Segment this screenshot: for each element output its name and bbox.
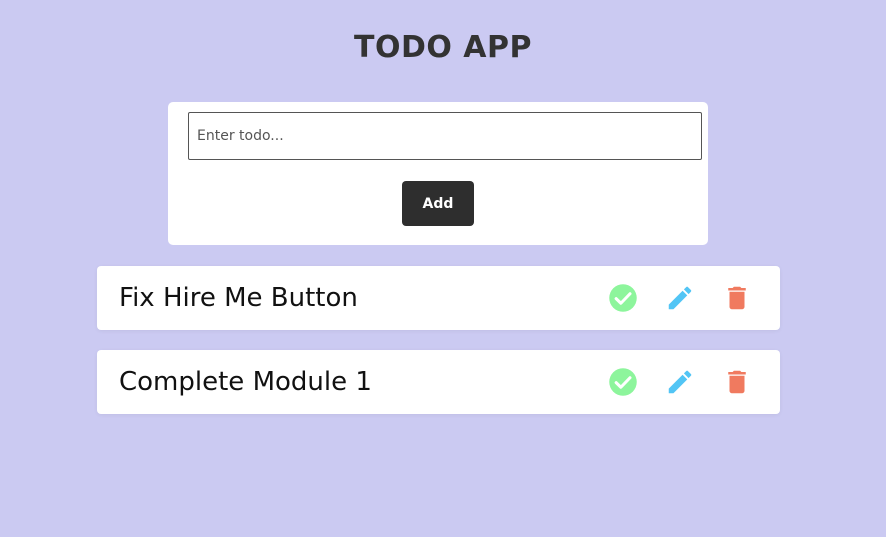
todo-text: Complete Module 1 [119, 367, 372, 397]
trash-icon [728, 370, 746, 394]
complete-button[interactable] [607, 366, 639, 398]
todo-input[interactable] [188, 112, 702, 160]
pencil-icon [668, 286, 692, 310]
edit-button[interactable] [664, 366, 696, 398]
todo-item: Complete Module 1 [97, 350, 780, 414]
add-button[interactable]: Add [402, 181, 474, 226]
trash-icon [728, 286, 746, 310]
app-title: TODO APP [353, 30, 532, 66]
complete-button[interactable] [607, 282, 639, 314]
todo-text: Fix Hire Me Button [119, 283, 358, 313]
check-circle-icon [609, 368, 637, 396]
pencil-icon [668, 370, 692, 394]
edit-button[interactable] [664, 282, 696, 314]
delete-button[interactable] [721, 282, 753, 314]
add-todo-form: Add [168, 102, 708, 245]
todo-item: Fix Hire Me Button [97, 266, 780, 330]
delete-button[interactable] [721, 366, 753, 398]
check-circle-icon [609, 284, 637, 312]
